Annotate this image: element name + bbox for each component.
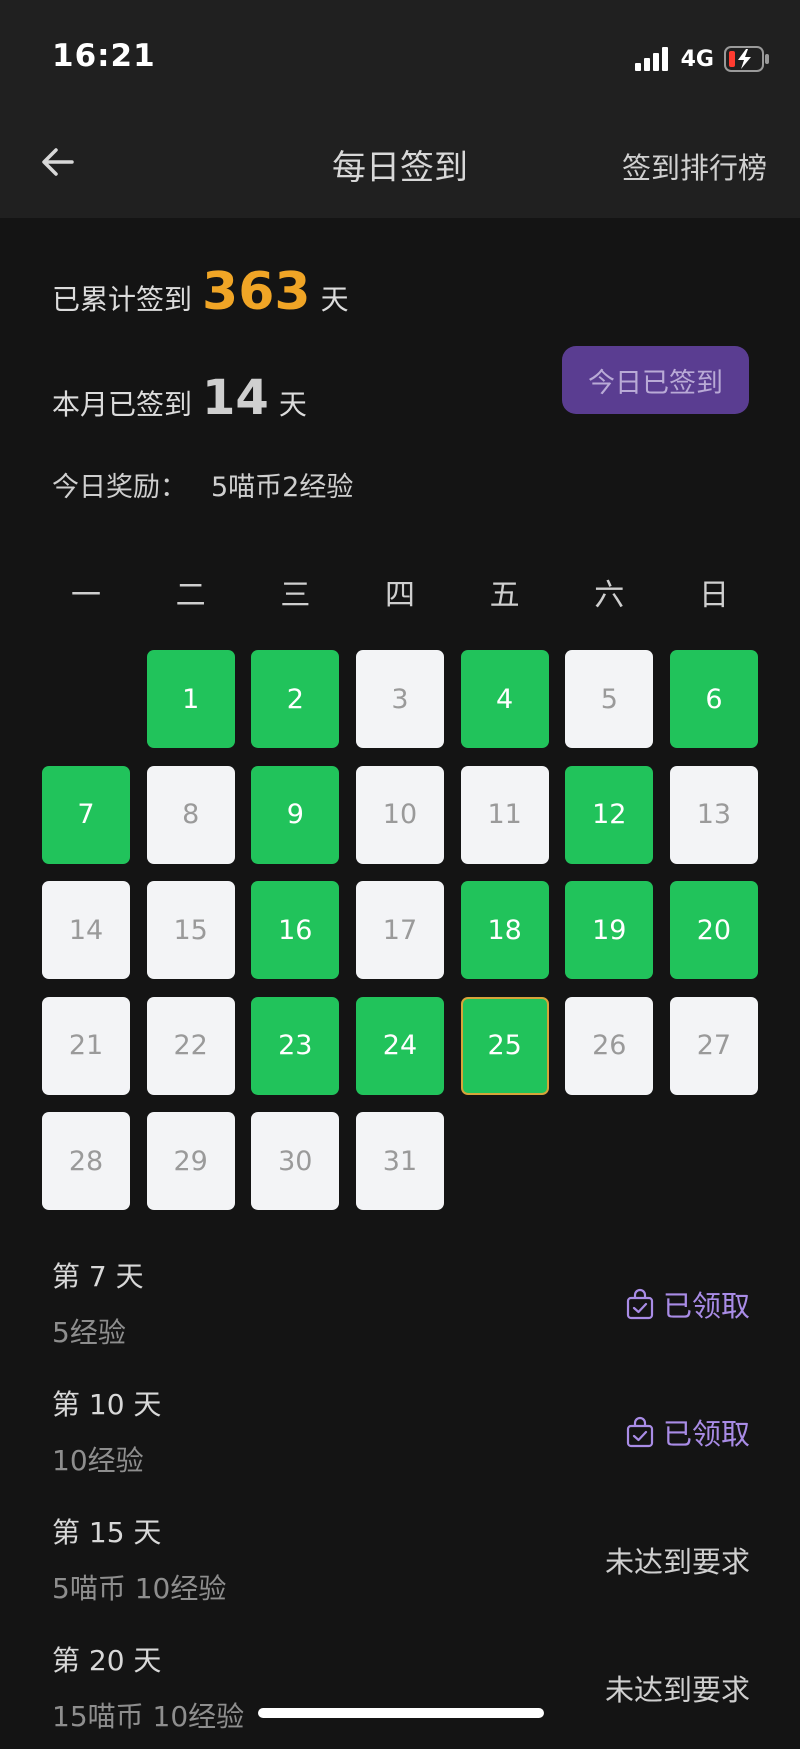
calendar-day-unsigned: 27 [669,996,758,1095]
milestone-claimed-status[interactable]: 已领取 [625,1283,750,1325]
calendar-day-unsigned: 10 [355,765,444,864]
milestone-reward: 15喵币 10经验 [52,1700,245,1733]
milestone-status-label: 未达到要求 [604,1545,750,1579]
month-days-count: 14 [202,370,269,426]
weekday-label: 二 [175,578,206,613]
total-suffix: 天 [320,283,349,316]
status-indicators: 4G [634,42,770,76]
calendar-day-signed: 25 [460,996,549,1095]
calendar-day-unsigned: 22 [146,996,235,1095]
milestone-row: 第 7 天 5经验 已领取 [0,1255,800,1365]
calendar-day-unsigned: 31 [355,1112,444,1210]
calendar-day-signed: 1 [146,650,235,748]
calendar-day-unsigned: 28 [42,1112,130,1210]
home-indicator[interactable] [258,1708,544,1718]
cellular-signal-icon [634,47,671,71]
milestone-row: 第 20 天 15喵币 10经验 未达到要求 [0,1639,800,1749]
reward-value: 5喵币2经验 [211,472,354,503]
weekday-label: 五 [489,578,520,613]
weekday-label: 日 [698,578,729,613]
milestone-title: 第 15 天 [52,1516,162,1549]
calendar-day-unsigned: 11 [460,765,549,864]
status-time: 16:21 [52,38,156,74]
calendar-day-unsigned: 26 [565,996,654,1095]
weekday-label: 六 [594,578,625,613]
milestone-row: 第 10 天 10经验 已领取 [0,1383,800,1493]
signed-today-button[interactable]: 今日已签到 [562,346,749,414]
gift-bag-icon [626,1288,654,1320]
milestone-status-label: 未达到要求 [604,1673,750,1707]
milestone-reward: 10经验 [52,1444,144,1477]
weekday-label: 三 [280,578,311,613]
weekday-label: 一 [71,578,101,613]
calendar-day-unsigned: 15 [146,881,235,979]
calendar-day-signed: 6 [669,650,758,748]
milestone-title: 第 10 天 [52,1388,162,1421]
milestone-reward: 5喵币 10经验 [52,1572,227,1605]
milestone-title: 第 7 天 [52,1260,144,1293]
calendar-day-unsigned: 5 [565,650,654,748]
milestone-pending-status[interactable]: 未达到要求 [605,1539,750,1581]
total-checkin-line: 已累计签到 363 天 [52,262,349,322]
calendar-day-signed: 2 [251,650,340,748]
calendar-day-signed: 20 [669,881,758,979]
calendar-day-signed: 12 [565,765,654,864]
calendar-day-signed: 19 [565,881,654,979]
back-arrow-icon[interactable] [36,140,80,184]
calendar-day-unsigned: 17 [355,881,444,979]
gift-bag-icon [626,1416,654,1448]
month-checkin-line: 本月已签到 14 天 [52,370,307,426]
month-suffix: 天 [278,388,307,421]
milestone-reward: 5经验 [52,1316,126,1349]
milestone-title: 第 20 天 [52,1644,162,1677]
milestone-status-label: 已领取 [662,1417,750,1451]
calendar-day-unsigned: 21 [42,996,130,1095]
milestone-claimed-status[interactable]: 已领取 [625,1411,750,1453]
calendar-blank [42,650,130,748]
weekday-header: 一二三四五六日 [42,570,758,614]
leaderboard-link[interactable]: 签到排行榜 [622,145,767,187]
month-prefix: 本月已签到 [52,388,193,421]
milestone-row: 第 15 天 5喵币 10经验 未达到要求 [0,1511,800,1621]
weekday-label: 四 [384,578,415,613]
calendar-day-unsigned: 3 [355,650,444,748]
battery-charging-icon [724,46,769,72]
today-reward-line: 今日奖励： 5喵币2经验 [52,465,353,504]
calendar-day-signed: 16 [251,881,340,979]
calendar-day-unsigned: 14 [42,881,130,979]
calendar-day-signed: 4 [460,650,549,748]
total-days-count: 363 [202,262,311,322]
calendar-day-signed: 7 [42,765,130,864]
calendar-day-signed: 9 [251,765,340,864]
network-type: 4G [680,46,714,72]
calendar-day-unsigned: 13 [669,765,758,864]
milestone-pending-status[interactable]: 未达到要求 [605,1667,750,1709]
checkin-calendar: 1 2 3 4 5 6 7 8 9 10 11 12 13 14 15 16 17 18 19 20 21 22 23 24 2… [42,650,758,1210]
milestone-status-label: 已领取 [662,1289,750,1323]
calendar-day-signed: 18 [460,881,549,979]
calendar-day-unsigned: 8 [146,765,235,864]
calendar-day-signed: 23 [251,996,340,1095]
calendar-day-unsigned: 29 [146,1112,235,1210]
total-prefix: 已累计签到 [52,283,193,316]
header: 16:21 4G 每日签到 签到排行榜 [0,0,800,218]
reward-label: 今日奖励： [52,472,187,503]
calendar-day-signed: 24 [355,996,444,1095]
calendar-day-unsigned: 30 [251,1112,340,1210]
